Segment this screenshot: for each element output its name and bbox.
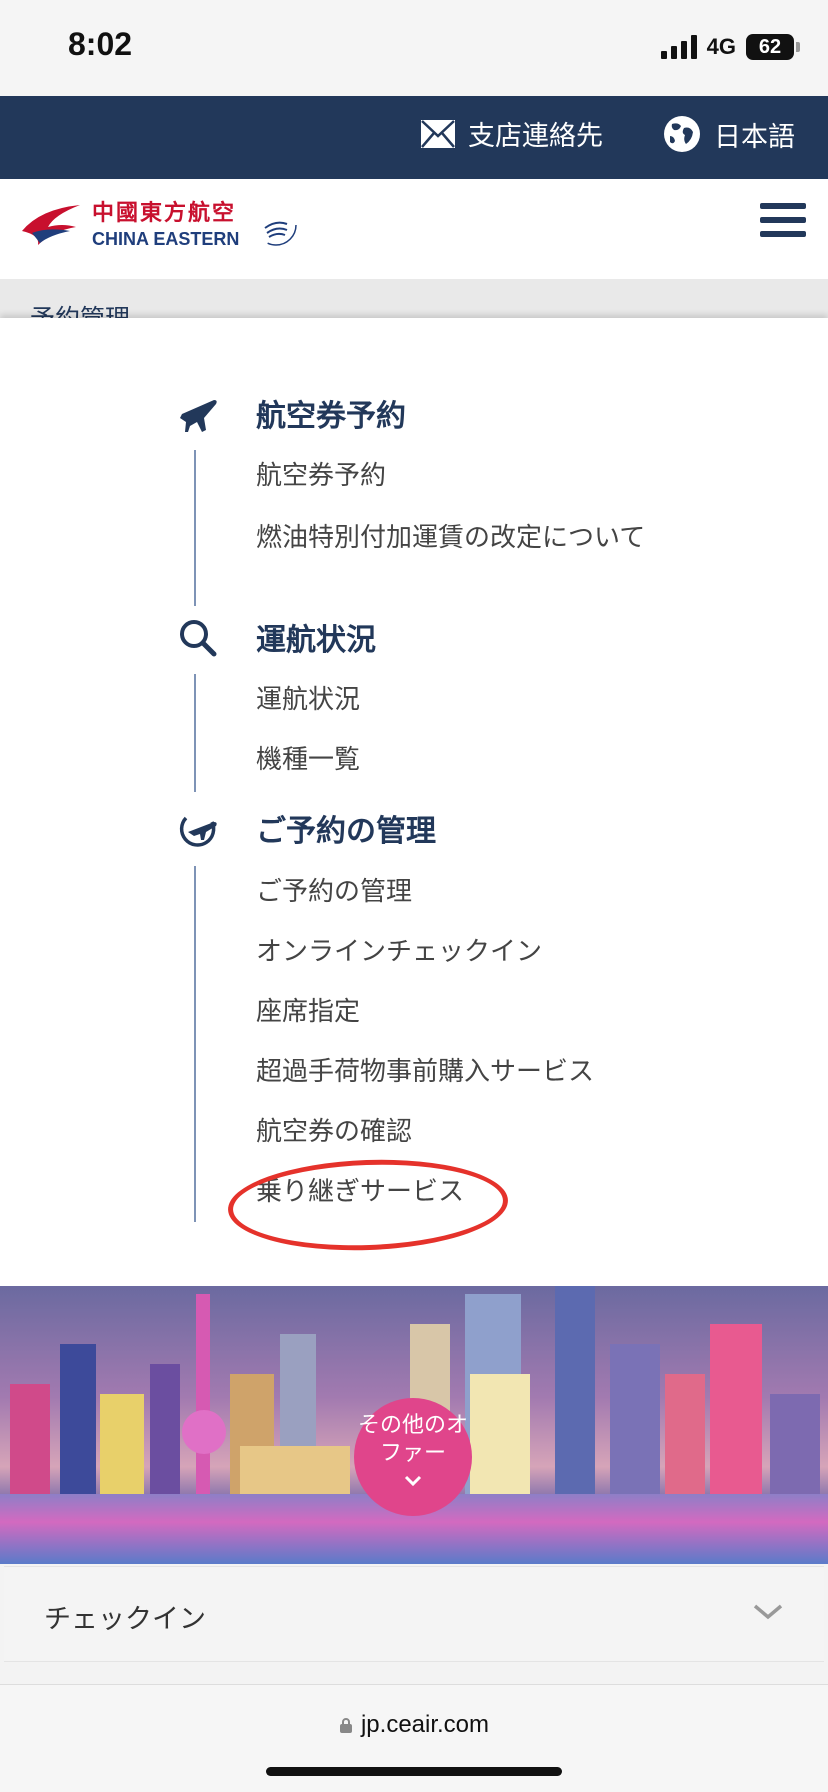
more-offers-label: その他のオファー bbox=[357, 1413, 468, 1466]
status-bar: 8:02 4G 62 bbox=[0, 0, 828, 96]
china-eastern-logo[interactable]: 中國東方航空 CHINA EASTERN bbox=[18, 201, 299, 249]
branch-contact-link[interactable]: 支店連絡先 bbox=[420, 114, 603, 153]
section-rail bbox=[194, 866, 196, 1222]
network-type: 4G bbox=[706, 34, 736, 59]
home-indicator[interactable] bbox=[266, 1767, 562, 1776]
lock-icon bbox=[339, 1718, 352, 1733]
logo-english-text: CHINA EASTERN bbox=[92, 228, 240, 249]
menu-item-aircraft-types[interactable]: 機種一覧 bbox=[256, 744, 656, 776]
chevron-down-icon bbox=[753, 1604, 783, 1620]
more-offers-button[interactable]: その他のオファー bbox=[354, 1398, 472, 1516]
status-indicators: 4G 62 bbox=[660, 34, 800, 60]
section-title-booking[interactable]: 航空券予約 bbox=[256, 391, 406, 435]
menu-item-manage-booking[interactable]: ご予約の管理 bbox=[256, 876, 656, 908]
skyteam-icon bbox=[255, 204, 298, 246]
language-label: 日本語 bbox=[714, 121, 795, 153]
breadcrumb-text: 予約管理 bbox=[30, 304, 131, 319]
menu-item-seat-selection[interactable]: 座席指定 bbox=[256, 996, 656, 1028]
section-rail bbox=[194, 674, 196, 792]
status-time: 8:02 bbox=[68, 26, 133, 62]
airplane-icon bbox=[180, 400, 217, 432]
search-icon bbox=[180, 620, 217, 657]
menu-item-flight-status[interactable]: 運航状況 bbox=[256, 684, 656, 716]
menu-item-fuel-surcharge[interactable]: 燃油特別付加運賃の改定について bbox=[256, 522, 676, 554]
battery-icon: 62 bbox=[746, 34, 800, 60]
language-selector[interactable]: 日本語 bbox=[662, 114, 795, 154]
site-header: 中國東方航空 CHINA EASTERN bbox=[0, 179, 828, 279]
signal-icon bbox=[660, 35, 697, 59]
promo-banner-image: その他のオファー bbox=[0, 1286, 828, 1564]
nav-dropdown-menu: 航空券予約 航空券予約 燃油特別付加運賃の改定について 運航状況 運航状況 機種… bbox=[0, 318, 828, 1286]
section-title-manage-booking[interactable]: ご予約の管理 bbox=[256, 806, 436, 850]
plane-circle-icon bbox=[179, 816, 217, 847]
section-title-flight-status[interactable]: 運航状況 bbox=[256, 615, 376, 659]
menu-item-ticket-confirmation[interactable]: 航空券の確認 bbox=[256, 1116, 656, 1148]
utility-bar: 支店連絡先 日本語 bbox=[0, 96, 828, 179]
breadcrumb: 予約管理 bbox=[0, 279, 828, 319]
browser-url-bar: jp.ceair.com bbox=[0, 1684, 828, 1792]
swallow-logo-icon bbox=[22, 205, 80, 245]
branch-contact-label: 支店連絡先 bbox=[468, 121, 603, 152]
menu-toggle-button[interactable] bbox=[760, 203, 806, 243]
checkin-accordion[interactable]: チェックイン bbox=[4, 1566, 824, 1662]
checkin-label: チェックイン bbox=[44, 1604, 206, 1635]
menu-item-online-checkin[interactable]: オンラインチェックイン bbox=[256, 936, 656, 968]
section-rail bbox=[194, 450, 196, 606]
chevron-down-icon bbox=[404, 1475, 422, 1487]
url-field[interactable]: jp.ceair.com bbox=[0, 1711, 828, 1739]
mail-icon bbox=[421, 119, 455, 148]
menu-item-ticket-booking[interactable]: 航空券予約 bbox=[256, 460, 656, 492]
menu-item-excess-baggage[interactable]: 超過手荷物事前購入サービス bbox=[256, 1056, 656, 1088]
logo-chinese-text: 中國東方航空 bbox=[92, 200, 237, 226]
globe-icon bbox=[664, 116, 700, 152]
url-text: jp.ceair.com bbox=[360, 1711, 490, 1738]
